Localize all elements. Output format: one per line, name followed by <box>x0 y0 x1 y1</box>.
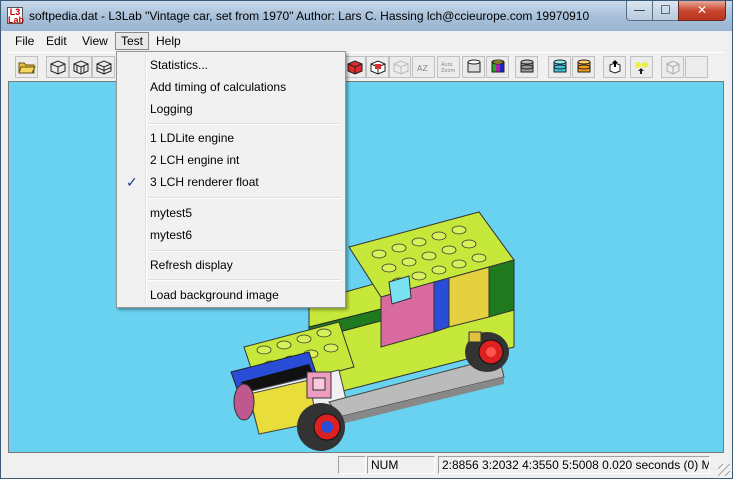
wireframe-view-button-1[interactable] <box>46 56 69 78</box>
svg-text:Zoom: Zoom <box>441 68 456 74</box>
menu-edit[interactable]: Edit <box>41 32 72 50</box>
menu-separator <box>148 123 341 125</box>
red-brick-icon <box>393 60 409 75</box>
menu-item-label: Load background image <box>150 288 279 302</box>
wireframe-view-button-3[interactable] <box>92 56 115 78</box>
wireframe-brick-icon <box>73 60 89 75</box>
wireframe-brick-icon <box>96 60 112 75</box>
menu-item-label: 2 LCH engine int <box>150 153 240 167</box>
orange-cylinder-icon <box>577 59 591 73</box>
auto-zoom-button[interactable]: Auto Zoom <box>437 56 460 78</box>
menu-item-lch-engine-int[interactable]: 2 LCH engine int <box>119 149 343 171</box>
svg-text:AZ: AZ <box>417 64 428 73</box>
menu-item-load-background-image[interactable]: Load background image <box>119 284 343 306</box>
minimize-button[interactable]: — <box>626 1 653 21</box>
gray-cylinder-icon <box>520 59 534 73</box>
sort-az-icon: AZ <box>417 64 428 73</box>
gray-cylinder-button[interactable] <box>515 56 538 78</box>
menu-item-refresh-display[interactable]: Refresh display <box>119 254 343 276</box>
open-button[interactable] <box>15 56 38 78</box>
menu-item-statistics[interactable]: Statistics... <box>119 54 343 76</box>
red-brick-icon <box>347 60 363 75</box>
outline-cube-button[interactable] <box>661 56 684 78</box>
menu-view[interactable]: View <box>77 32 113 50</box>
checkmark-icon: ✓ <box>126 174 138 190</box>
menu-separator <box>148 250 341 252</box>
auto-zoom-icon: Auto Zoom <box>441 62 456 74</box>
menu-item-label: mytest6 <box>150 228 193 242</box>
shaded-cylinder-button[interactable] <box>462 56 485 78</box>
wireframe-brick-icon <box>50 60 66 75</box>
status-pane-stats: 2:8856 3:2032 4:3550 5:5008 0.020 second… <box>438 456 710 474</box>
menu-item-label: mytest5 <box>150 206 193 220</box>
menu-item-add-timing[interactable]: Add timing of calculations <box>119 76 343 98</box>
colored-cylinder-button[interactable] <box>486 56 509 78</box>
application-window: L3 Lab softpedia.dat - L3Lab "Vintage car… <box>0 0 733 479</box>
window-title: softpedia.dat - L3Lab "Vintage car, set … <box>29 9 590 23</box>
empty-toolbar-slot[interactable] <box>685 56 708 78</box>
menu-test[interactable]: Test <box>115 32 150 50</box>
open-folder-icon <box>18 62 36 74</box>
menu-item-mytest6[interactable]: mytest6 <box>119 224 343 246</box>
menu-separator <box>148 197 341 199</box>
shaded-cylinder-icon <box>467 59 481 73</box>
move-up-button[interactable] <box>603 56 626 78</box>
resize-grip-icon[interactable] <box>718 464 730 476</box>
menu-item-ldlite-engine[interactable]: 1 LDLite engine <box>119 127 343 149</box>
close-button[interactable]: ✕ <box>678 1 726 21</box>
orange-cylinder-button[interactable] <box>572 56 595 78</box>
outline-cube-icon <box>666 60 680 75</box>
red-brick-view-button-1[interactable] <box>343 56 366 78</box>
menu-bar: File Edit View Test Help <box>8 31 725 51</box>
status-pane-num: NUM <box>367 456 435 474</box>
red-brick-view-button-2[interactable] <box>366 56 389 78</box>
maximize-button[interactable]: ☐ <box>652 1 679 21</box>
menu-item-logging[interactable]: Logging <box>119 98 343 120</box>
colored-cylinder-icon <box>491 59 505 73</box>
up-arrow-cube-icon <box>609 60 621 74</box>
red-brick-icon <box>370 60 386 75</box>
menu-separator <box>148 279 341 281</box>
cyan-cylinder-icon <box>553 59 567 73</box>
menu-item-label: Add timing of calculations <box>150 80 287 94</box>
studs-toggle-button[interactable] <box>630 56 653 78</box>
menu-item-label: 1 LDLite engine <box>150 131 235 145</box>
menu-file[interactable]: File <box>10 32 39 50</box>
sort-az-button[interactable]: AZ <box>412 56 435 78</box>
wireframe-view-button-2[interactable] <box>69 56 92 78</box>
status-bar: NUM 2:8856 3:2032 4:3550 5:5008 0.020 se… <box>1 454 732 478</box>
menu-item-label: Logging <box>150 102 193 116</box>
menu-help[interactable]: Help <box>151 32 186 50</box>
red-brick-view-button-3[interactable] <box>389 56 411 78</box>
test-menu-dropdown: Statistics... Add timing of calculations… <box>116 51 346 308</box>
status-pane-empty <box>338 456 366 474</box>
menu-item-mytest5[interactable]: mytest5 <box>119 202 343 224</box>
menu-item-lch-renderer-float[interactable]: ✓ 3 LCH renderer float <box>119 171 343 193</box>
yellow-studs-icon <box>635 62 648 74</box>
menu-item-label: Refresh display <box>150 258 233 272</box>
menu-item-label: Statistics... <box>150 58 209 72</box>
title-bar[interactable]: L3 Lab softpedia.dat - L3Lab "Vintage car… <box>1 1 732 31</box>
menu-item-label: 3 LCH renderer float <box>150 175 259 189</box>
cyan-cylinder-button[interactable] <box>548 56 571 78</box>
l3lab-app-icon[interactable]: L3 Lab <box>7 7 24 25</box>
